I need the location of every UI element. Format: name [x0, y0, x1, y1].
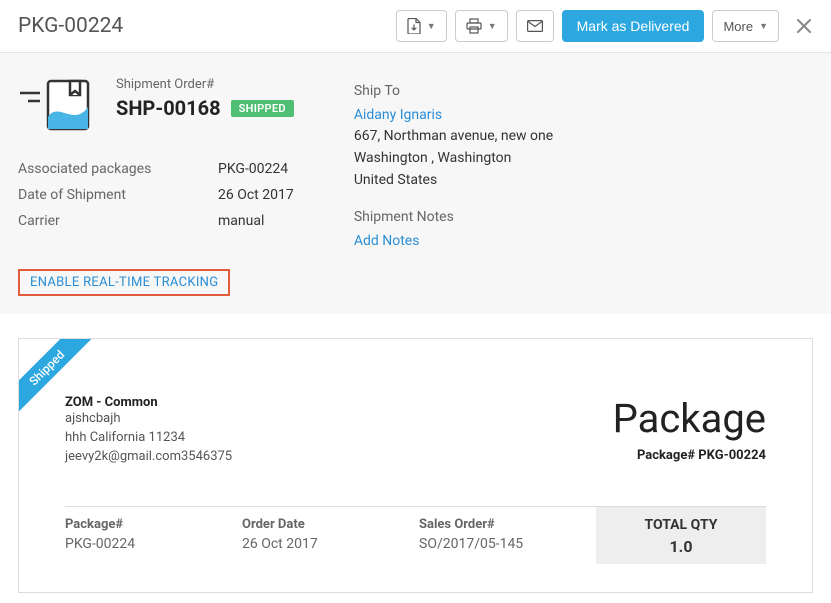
package-document: Shipped ZOM - Common ajshcbajh hhh Calif… — [18, 338, 813, 594]
associated-package-link[interactable]: PKG-00224 — [218, 161, 288, 177]
close-icon — [795, 17, 813, 35]
page-title: PKG-00224 — [18, 14, 123, 38]
mark-delivered-button[interactable]: Mark as Delivered — [562, 10, 705, 42]
more-button[interactable]: More ▼ — [712, 10, 779, 42]
package-summary-table: Package# PKG-00224 Order Date 26 Oct 201… — [65, 506, 766, 564]
date-of-shipment-label: Date of Shipment — [18, 187, 218, 203]
add-notes-link[interactable]: Add Notes — [354, 231, 813, 253]
export-pdf-button[interactable]: ▼ — [396, 10, 447, 42]
close-button[interactable] — [795, 17, 813, 35]
org-line3: jeevy2k@gmail.com3546375 — [65, 448, 232, 467]
package-icon — [18, 77, 90, 137]
col-package-value: PKG-00224 — [65, 536, 228, 552]
caret-down-icon: ▼ — [488, 21, 497, 31]
ship-to-label: Ship To — [354, 81, 813, 103]
print-button[interactable]: ▼ — [455, 10, 508, 42]
col-total-qty-label: TOTAL QTY — [596, 517, 766, 533]
status-badge: SHIPPED — [231, 100, 294, 117]
more-label: More — [723, 19, 753, 34]
ship-to-line3: United States — [354, 170, 813, 192]
org-line2: hhh California 11234 — [65, 429, 232, 448]
header-actions: ▼ ▼ Mark as Delivered More ▼ — [396, 10, 813, 42]
shipment-details-panel: Shipment Order# SHP-00168 SHIPPED Associ… — [0, 52, 831, 314]
col-order-date-value: 26 Oct 2017 — [242, 536, 405, 552]
pdf-icon — [407, 18, 421, 34]
ship-to-line1: 667, Northman avenue, new one — [354, 126, 813, 148]
printer-icon — [466, 18, 482, 34]
caret-down-icon: ▼ — [759, 21, 768, 31]
associated-packages-label: Associated packages — [18, 161, 218, 177]
shipment-order-label: Shipment Order# — [116, 77, 294, 92]
document-subtitle: Package# PKG-00224 — [613, 448, 766, 463]
col-order-date-label: Order Date — [242, 517, 405, 532]
col-sales-order-label: Sales Order# — [419, 517, 582, 532]
shipment-notes-label: Shipment Notes — [354, 207, 813, 229]
org-line1: ajshcbajh — [65, 410, 232, 429]
col-total-qty-value: 1.0 — [596, 537, 766, 556]
enable-realtime-tracking-button[interactable]: ENABLE REAL-TIME TRACKING — [18, 269, 230, 296]
carrier-value: manual — [218, 213, 264, 229]
date-of-shipment-value: 26 Oct 2017 — [218, 187, 294, 203]
document-title: Package — [613, 395, 766, 442]
carrier-label: Carrier — [18, 213, 218, 229]
mail-icon — [527, 20, 543, 32]
shipment-order-number: SHP-00168 — [116, 96, 221, 120]
email-button[interactable] — [516, 10, 554, 42]
caret-down-icon: ▼ — [427, 21, 436, 31]
col-package-label: Package# — [65, 517, 228, 532]
ship-to-line2: Washington , Washington — [354, 148, 813, 170]
ship-to-name-link[interactable]: Aidany Ignaris — [354, 105, 813, 127]
col-sales-order-value: SO/2017/05-145 — [419, 536, 582, 552]
org-name: ZOM - Common — [65, 395, 232, 410]
